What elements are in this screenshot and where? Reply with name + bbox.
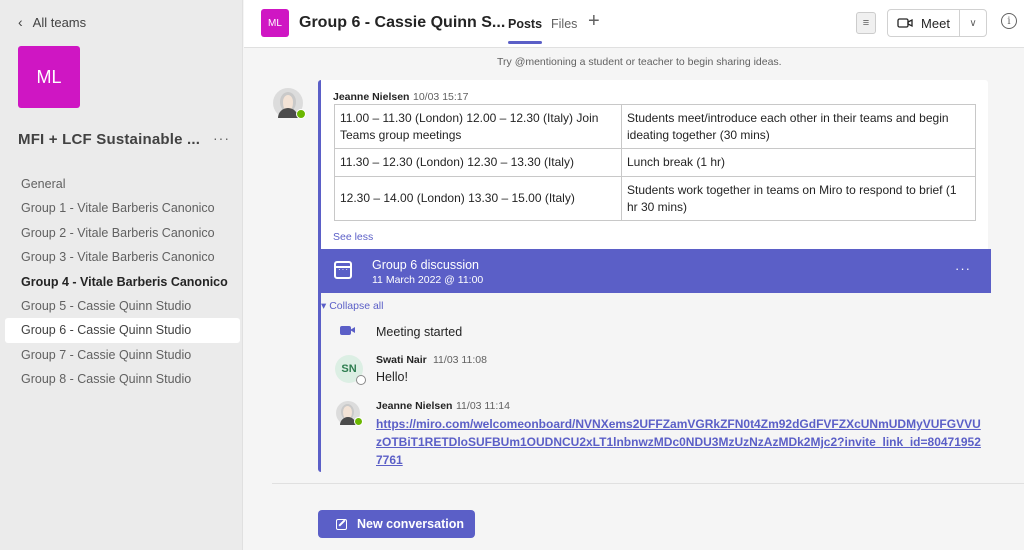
channel-group-2[interactable]: Group 2 - Vitale Barberis Canonico: [5, 221, 240, 245]
divider: [272, 483, 1024, 484]
channel-general[interactable]: General: [5, 172, 240, 196]
clipboard-icon[interactable]: ≡: [856, 12, 876, 34]
meeting-card[interactable]: Group 6 discussion 11 March 2022 @ 11:00…: [318, 249, 991, 293]
post-card: Jeanne Nielsen 10/03 15:17 11.00 – 11.30…: [318, 80, 991, 472]
calendar-icon: [334, 261, 352, 279]
mention-hint: Try @mentioning a student or teacher to …: [497, 56, 782, 68]
collapse-all-button[interactable]: ▾ Collapse all: [321, 300, 383, 312]
reply-author: Swati Nair: [376, 354, 427, 366]
channel-group-1[interactable]: Group 1 - Vitale Barberis Canonico: [5, 196, 240, 220]
meet-button[interactable]: Meet: [888, 10, 960, 36]
channel-list: General Group 1 - Vitale Barberis Canoni…: [5, 172, 240, 392]
table-cell: 11.30 – 12.30 (London) 12.30 – 13.30 (It…: [334, 148, 622, 177]
table-cell: Lunch break (1 hr): [621, 148, 976, 177]
table-cell: Students meet/introduce each other in th…: [621, 104, 976, 149]
author-avatar[interactable]: [336, 401, 363, 426]
channel-title: Group 6 - Cassie Quinn S...: [299, 14, 506, 31]
channel-group-7[interactable]: Group 7 - Cassie Quinn Studio: [5, 343, 240, 367]
meet-dropdown-button[interactable]: ∨: [960, 10, 986, 36]
channel-group-8[interactable]: Group 8 - Cassie Quinn Studio: [5, 367, 240, 391]
table-row: 11.00 – 11.30 (London) 12.00 – 12.30 (It…: [334, 104, 976, 149]
table-row: 11.30 – 12.30 (London) 12.30 – 13.30 (It…: [334, 148, 976, 177]
team-avatar: ML: [18, 46, 80, 108]
add-tab-button[interactable]: +: [588, 10, 600, 33]
chevron-down-icon: ∨: [969, 17, 977, 29]
channel-avatar: ML: [261, 9, 289, 37]
channel-group-4[interactable]: Group 4 - Vitale Barberis Canonico: [5, 270, 240, 294]
channel-group-3[interactable]: Group 3 - Vitale Barberis Canonico: [5, 245, 240, 269]
video-camera-icon: [897, 18, 913, 28]
reply-author: Jeanne Nielsen: [376, 400, 453, 412]
new-conversation-label: New conversation: [357, 517, 464, 531]
channel-group-5[interactable]: Group 5 - Cassie Quinn Studio: [5, 294, 240, 318]
presence-available-icon: [296, 109, 306, 119]
table-cell: Students work together in teams on Miro …: [621, 176, 976, 221]
post-author: Jeanne Nielsen: [333, 91, 410, 103]
table-cell: 12.30 – 14.00 (London) 13.30 – 15.00 (It…: [334, 176, 622, 221]
author-avatar[interactable]: [273, 88, 306, 119]
team-more-options-icon[interactable]: ···: [213, 130, 230, 146]
reply-timestamp: 11/03 11:14: [456, 400, 510, 412]
channel-header: ML Group 6 - Cassie Quinn S... Posts Fil…: [244, 0, 1024, 48]
table-cell: 11.00 – 11.30 (London) 12.00 – 12.30 (It…: [334, 104, 622, 149]
reply-text: Hello!: [376, 370, 408, 384]
video-camera-icon: [340, 326, 355, 335]
team-name[interactable]: MFI + LCF Sustainable ...: [18, 131, 200, 148]
channel-group-6[interactable]: Group 6 - Cassie Quinn Studio: [5, 318, 240, 343]
sidebar: ‹ All teams ML MFI + LCF Sustainable ...…: [0, 0, 243, 550]
replies-section: ▾ Collapse all Meeting started SN Swati …: [321, 293, 991, 472]
post-timestamp: 10/03 15:17: [413, 91, 469, 103]
new-conversation-button[interactable]: New conversation: [318, 510, 475, 538]
presence-offline-icon: [356, 375, 366, 385]
compose-icon: [336, 518, 347, 530]
table-row: 12.30 – 14.00 (London) 13.30 – 15.00 (It…: [334, 176, 976, 221]
avatar-body: [278, 108, 298, 118]
avatar-initials: SN: [341, 363, 357, 375]
meet-label: Meet: [921, 15, 950, 31]
miro-link[interactable]: https://miro.com/welcomeonboard/NVNXems2…: [376, 415, 981, 469]
tab-posts[interactable]: Posts: [508, 17, 543, 44]
see-less-link[interactable]: See less: [333, 231, 373, 243]
info-icon[interactable]: i: [1001, 13, 1017, 29]
all-teams-label: All teams: [32, 14, 87, 30]
presence-available-icon: [354, 417, 363, 426]
chevron-left-icon: ‹: [18, 14, 23, 30]
avatar[interactable]: SN: [335, 355, 366, 385]
meet-button-group: Meet ∨: [887, 9, 987, 37]
meeting-date: 11 March 2022 @ 11:00: [372, 274, 484, 286]
meeting-title: Group 6 discussion: [372, 258, 480, 272]
schedule-table: 11.00 – 11.30 (London) 12.00 – 12.30 (It…: [334, 104, 976, 221]
all-teams-back-button[interactable]: ‹ All teams: [18, 14, 86, 30]
meeting-more-options-icon[interactable]: ···: [955, 261, 971, 276]
tab-files[interactable]: Files: [551, 17, 577, 31]
meeting-started-label: Meeting started: [376, 325, 463, 339]
reply-timestamp: 11/03 11:08: [433, 354, 487, 366]
